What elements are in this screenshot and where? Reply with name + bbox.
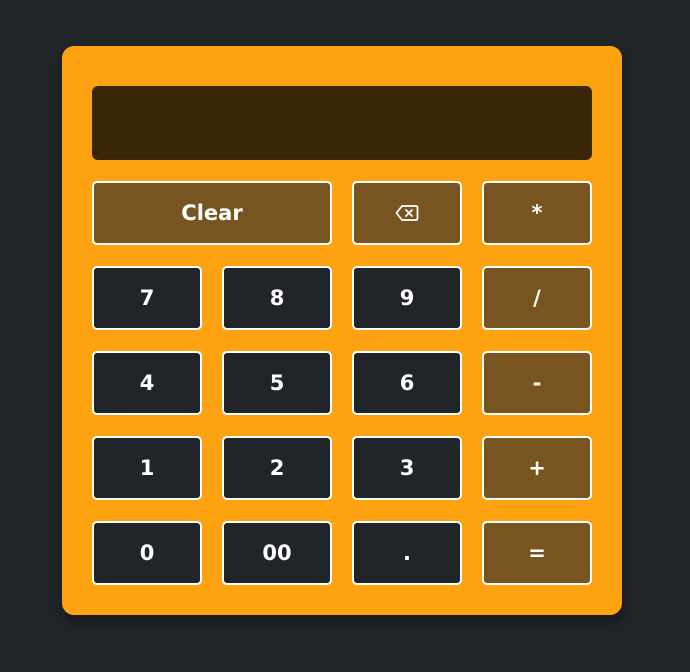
backspace-button[interactable] <box>352 181 462 245</box>
digit-6-button[interactable]: 6 <box>352 351 462 415</box>
multiply-button[interactable]: * <box>482 181 592 245</box>
digit-0-button[interactable]: 0 <box>92 521 202 585</box>
divide-button[interactable]: / <box>482 266 592 330</box>
double-zero-button[interactable]: 00 <box>222 521 332 585</box>
clear-button[interactable]: Clear <box>92 181 332 245</box>
digit-1-button[interactable]: 1 <box>92 436 202 500</box>
calculator: Clear * 7 8 9 / 4 5 6 - 1 2 3 + 0 00 . = <box>62 46 622 615</box>
digit-7-button[interactable]: 7 <box>92 266 202 330</box>
digit-2-button[interactable]: 2 <box>222 436 332 500</box>
digit-5-button[interactable]: 5 <box>222 351 332 415</box>
equals-button[interactable]: = <box>482 521 592 585</box>
digit-9-button[interactable]: 9 <box>352 266 462 330</box>
subtract-button[interactable]: - <box>482 351 592 415</box>
calculator-keypad: Clear * 7 8 9 / 4 5 6 - 1 2 3 + 0 00 . = <box>92 181 592 585</box>
backspace-icon <box>395 204 419 222</box>
digit-3-button[interactable]: 3 <box>352 436 462 500</box>
decimal-button[interactable]: . <box>352 521 462 585</box>
digit-4-button[interactable]: 4 <box>92 351 202 415</box>
digit-8-button[interactable]: 8 <box>222 266 332 330</box>
calculator-display <box>92 86 592 160</box>
add-button[interactable]: + <box>482 436 592 500</box>
